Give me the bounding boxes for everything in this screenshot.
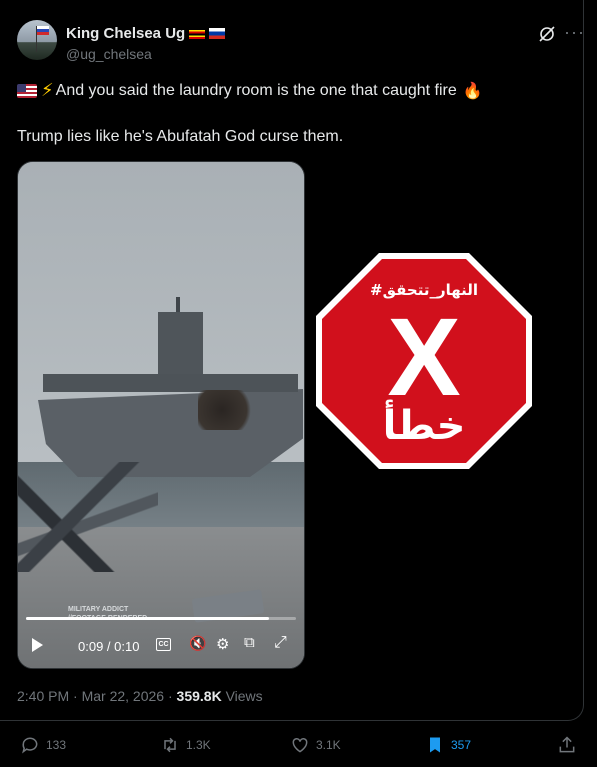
like-icon — [292, 737, 308, 753]
author-name[interactable]: King Chelsea Ug — [66, 25, 226, 42]
fire-damage — [198, 390, 258, 430]
post-meta: 2:40 PM · Mar 22, 2026 · 359.8K Views — [17, 688, 263, 704]
reply-button[interactable]: 133 — [20, 735, 66, 755]
post-text-line1: ⚡ And you said the laundry room is the o… — [17, 80, 483, 101]
repost-button[interactable]: 1.3K — [160, 735, 211, 755]
post-text-content: And you said the laundry room is the one… — [55, 81, 457, 99]
fact-check-x-mark: X — [387, 296, 460, 419]
post-timestamp[interactable]: 2:40 PM · Mar 22, 2026 · — [17, 688, 173, 704]
views-label: Views — [225, 688, 263, 704]
ship-deck — [43, 374, 298, 392]
more-icon[interactable]: ··· — [564, 22, 585, 43]
views-count: 359.8K — [176, 688, 222, 704]
bookmark-count: 357 — [451, 738, 472, 752]
bookmark-button[interactable]: 357 — [425, 735, 471, 755]
author-name-text[interactable]: King Chelsea Ug — [66, 25, 185, 42]
repost-count: 1.3K — [186, 738, 211, 752]
video-time: 0:09 / 0:10 — [78, 639, 140, 654]
author-handle[interactable]: @ug_chelsea — [66, 46, 152, 62]
video-progress-bar[interactable] — [26, 617, 296, 620]
share-button[interactable] — [557, 735, 577, 755]
fullscreen-icon[interactable]: ⤢ — [274, 634, 287, 652]
uganda-flag-icon — [189, 28, 206, 39]
grok-icon[interactable] — [537, 24, 557, 44]
share-icon — [559, 736, 575, 753]
fact-check-stop-sign: #النهار_تتحقق X خطأ — [316, 253, 532, 469]
video-controls: 0:09 / 0:10 CC 🔇 ⚙ ⧉ ⤢ — [18, 632, 304, 662]
bookmark-icon — [430, 737, 440, 753]
fire-icon: 🔥 — [462, 82, 483, 100]
video-progress-fill — [26, 617, 269, 620]
like-button[interactable]: 3.1K — [290, 735, 341, 755]
reply-icon — [22, 737, 38, 754]
like-count: 3.1K — [316, 738, 341, 752]
repost-icon — [164, 737, 176, 753]
video-watermark: MILITARY ADDICT //FOOTAGE RENDERED — [68, 605, 147, 623]
pip-icon[interactable]: ⧉ — [244, 634, 255, 651]
settings-icon[interactable]: ⚙ — [216, 635, 229, 653]
watermark-line1: MILITARY ADDICT — [68, 606, 129, 613]
lightning-icon: ⚡ — [41, 80, 54, 100]
avatar[interactable] — [17, 20, 57, 60]
post-card: King Chelsea Ug @ug_chelsea ··· ⚡ And yo… — [0, 0, 584, 721]
post-text-line2: Trump lies like he's Abufatah God curse … — [17, 128, 344, 145]
mute-icon[interactable]: 🔇 — [189, 635, 206, 652]
russia-flag-icon — [209, 28, 226, 39]
video-player[interactable]: MILITARY ADDICT //FOOTAGE RENDERED 0:09 … — [17, 161, 305, 669]
us-flag-icon — [17, 83, 37, 98]
debris — [18, 462, 158, 572]
play-icon[interactable] — [32, 638, 43, 652]
ship-island-tower — [158, 312, 203, 382]
fact-check-verdict: خطأ — [383, 399, 466, 449]
action-bar: 133 1.3K 3.1K 357 — [0, 735, 597, 765]
reply-count: 133 — [46, 738, 67, 752]
captions-icon[interactable]: CC — [156, 638, 171, 651]
